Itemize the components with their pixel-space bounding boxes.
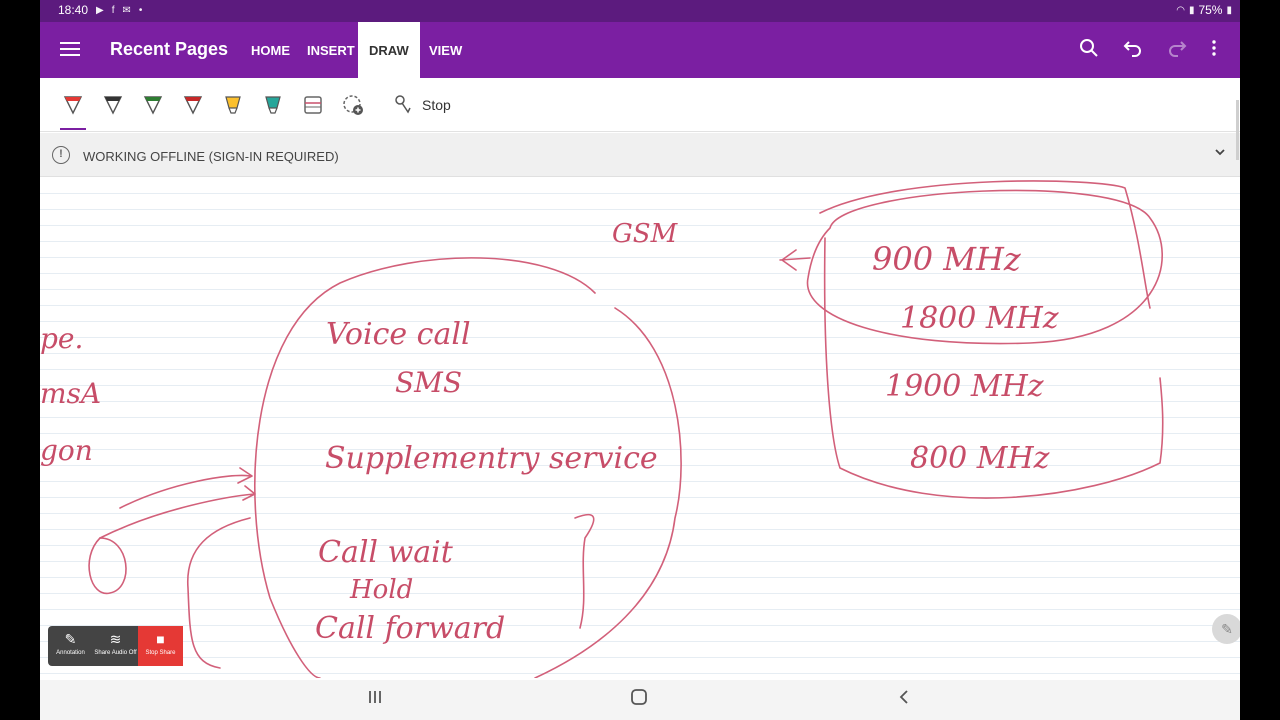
battery-icon: ▮ <box>1226 4 1232 16</box>
services-outline-right <box>534 307 682 678</box>
stop-share-label: Stop Share <box>145 650 176 656</box>
service-call-forward: Call forward <box>315 611 505 646</box>
play-icon: ▶ <box>96 4 104 16</box>
freq-800: 800 MHz <box>910 441 1050 476</box>
service-call-wait: Call wait <box>318 535 454 570</box>
status-bar: 18:40 ▶ f ✉ • ◠ ▮ 75% ▮ <box>40 0 1240 22</box>
screen-share-controls: ✎ Annotation ≋ Share Audio Off ■ Stop Sh… <box>48 626 183 666</box>
left-note-3: gon <box>40 434 93 467</box>
page-title: Recent Pages <box>110 39 229 59</box>
tab-draw[interactable]: DRAW <box>358 22 420 78</box>
freq-900: 900 MHz <box>872 240 1022 278</box>
draw-toolbar: Stop <box>40 78 1240 132</box>
note-canvas[interactable]: GSM 900 MHz 1800 MHz 1900 MHz 800 MHz Vo… <box>40 178 1240 678</box>
bracket-mark <box>574 513 595 629</box>
wifi-icon: ◠ <box>1176 4 1185 16</box>
red-pen-2-icon[interactable] <box>180 92 206 118</box>
note-gsm: GSM <box>612 219 679 249</box>
share-audio-label: Share Audio Off <box>94 650 137 656</box>
stop-share-button[interactable]: ■ Stop Share <box>138 626 183 666</box>
service-supplementary: Supplementry service <box>325 441 658 476</box>
freq-1800: 1800 MHz <box>900 301 1059 336</box>
freq-arrow <box>779 249 811 271</box>
lasso-icon <box>395 95 411 114</box>
tab-home[interactable]: HOME <box>240 22 301 78</box>
system-nav-bar <box>40 680 1240 720</box>
share-audio-button[interactable]: ≋ Share Audio Off <box>93 626 138 666</box>
search-icon[interactable] <box>1077 38 1101 62</box>
ink-layer: GSM 900 MHz 1800 MHz 1900 MHz 800 MHz Vo… <box>40 180 1164 678</box>
cyan-highlighter-icon[interactable] <box>260 92 286 118</box>
left-note-1: pe. <box>40 322 83 355</box>
menu-button[interactable] <box>58 38 82 62</box>
home-icon[interactable] <box>630 688 648 711</box>
scrollbar[interactable] <box>1236 100 1239 160</box>
annotation-label: Annotation <box>56 650 85 656</box>
recent-apps-icon[interactable] <box>366 688 384 711</box>
ruler-icon[interactable] <box>300 92 326 118</box>
add-pen-icon[interactable] <box>340 92 366 118</box>
left-loop <box>88 537 127 595</box>
signal-icon: ▮ <box>1188 4 1195 16</box>
stop-label: Stop <box>422 97 451 113</box>
black-pen-icon[interactable] <box>100 92 126 118</box>
info-icon: ! <box>52 146 70 164</box>
stop-square-icon: ■ <box>156 631 165 647</box>
yellow-highlighter-icon[interactable] <box>220 92 246 118</box>
undo-icon[interactable] <box>1121 38 1145 62</box>
redo-icon[interactable] <box>1165 38 1189 62</box>
app-bar: Recent Pages HOME INSERT DRAW VIEW <box>40 22 1240 78</box>
red-pen-icon[interactable] <box>60 92 86 118</box>
floating-pen-icon[interactable]: ✎ <box>1212 614 1240 644</box>
more-options-icon[interactable] <box>1202 38 1226 62</box>
left-arrows <box>99 467 256 539</box>
curve-left <box>187 517 251 669</box>
status-time: 18:40 <box>58 3 89 17</box>
back-icon[interactable] <box>895 688 913 711</box>
battery-level: 75% <box>1198 3 1223 17</box>
dot-icon: • <box>138 4 143 16</box>
facebook-icon: f <box>111 4 115 16</box>
message-icon: ✉ <box>122 4 131 16</box>
tab-view[interactable]: VIEW <box>418 22 473 78</box>
annotation-button[interactable]: ✎ Annotation <box>48 626 93 666</box>
freq-1900: 1900 MHz <box>885 369 1044 404</box>
service-sms: SMS <box>395 366 462 399</box>
offline-banner[interactable]: ! WORKING OFFLINE (SIGN-IN REQUIRED) <box>40 133 1240 177</box>
pencil-icon: ✎ <box>64 631 77 647</box>
stop-drawing-button[interactable]: Stop <box>392 92 451 118</box>
service-hold: Hold <box>349 575 413 605</box>
service-voice-call: Voice call <box>326 317 471 352</box>
offline-message: WORKING OFFLINE (SIGN-IN REQUIRED) <box>83 149 339 164</box>
tab-insert[interactable]: INSERT <box>296 22 366 78</box>
audio-icon: ≋ <box>109 631 122 647</box>
selected-pen-indicator <box>60 128 86 130</box>
chevron-down-icon[interactable] <box>1214 145 1226 161</box>
left-note-2: msA <box>40 377 101 410</box>
green-pen-icon[interactable] <box>140 92 166 118</box>
onenote-screen: 18:40 ▶ f ✉ • ◠ ▮ 75% ▮ Recent Pages HOM… <box>40 0 1240 720</box>
